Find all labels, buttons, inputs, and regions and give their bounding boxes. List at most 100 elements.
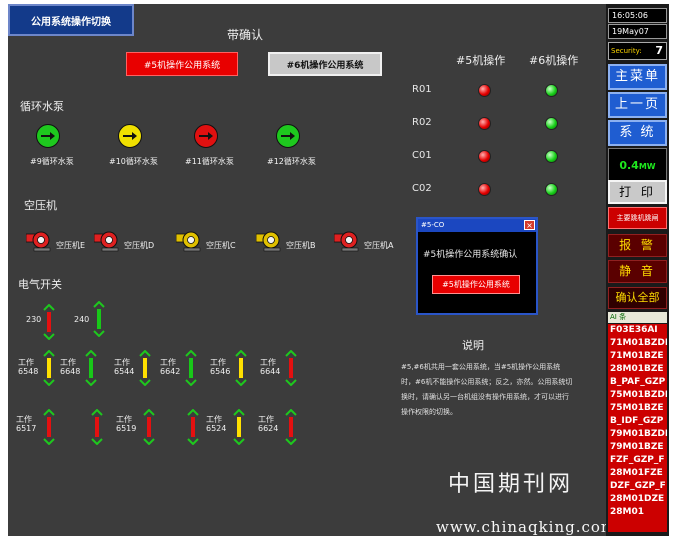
breaker-switch-icon: [91, 408, 103, 446]
compressor-icon[interactable]: [256, 230, 282, 252]
mw-display: 0.4MW: [608, 148, 667, 184]
compressor-icon[interactable]: [26, 230, 52, 252]
security-label: Security:: [611, 47, 642, 55]
breaker-switch[interactable]: [234, 349, 248, 387]
switch-label: 工作: [16, 415, 32, 424]
alarm-list-item[interactable]: 28M01BZE: [608, 363, 667, 376]
breaker-switch-icon: [139, 349, 151, 387]
breaker-switch-icon: [233, 408, 245, 446]
unit6-status-led: [545, 150, 558, 163]
unit6-column-header: #6机操作: [529, 54, 579, 67]
watermark-url: www.chinaqking.com: [436, 518, 617, 536]
breaker-switch[interactable]: [284, 408, 298, 446]
window-title-tab[interactable]: 公用系统操作切换: [8, 4, 134, 36]
breaker-switch[interactable]: [84, 349, 98, 387]
main-menu-button[interactable]: 主菜单: [608, 64, 667, 90]
unit5-status-led: [478, 84, 491, 97]
alarm-list-item[interactable]: 71M01BZE: [608, 350, 667, 363]
breaker-switch[interactable]: [232, 408, 246, 446]
pump-label: #9循环水泵: [30, 157, 74, 166]
alarm-button[interactable]: 报 警: [608, 234, 667, 257]
breaker-switch[interactable]: [186, 408, 200, 446]
switch-label: 工作: [60, 358, 76, 367]
close-icon[interactable]: ×: [524, 220, 535, 230]
breaker-switch[interactable]: [92, 300, 106, 338]
breaker-switch[interactable]: [184, 349, 198, 387]
confirm-heading: 带确认: [227, 28, 264, 42]
alarm-list-item[interactable]: DZF_GZP_F: [608, 480, 667, 493]
alarm-list-item[interactable]: 79M01BZDI: [608, 428, 667, 441]
note-text: #5,#6机共用一套公用系统，当#5机操作公用系统时，#6机不能操作公用系统；反…: [401, 363, 573, 416]
breaker-switch[interactable]: [284, 349, 298, 387]
print-button[interactable]: 打 印: [608, 180, 667, 204]
unit5-status-led: [478, 117, 491, 130]
dialog-confirm-button[interactable]: #5机操作公用系统: [432, 275, 520, 294]
breaker-switch[interactable]: [138, 349, 152, 387]
alarm-list-item[interactable]: 28M01DZE: [608, 493, 667, 506]
dialog-titlebar: #5-CO ×: [418, 219, 536, 232]
mute-button[interactable]: 静 音: [608, 260, 667, 283]
switch-label: 6548: [18, 367, 39, 376]
alarm-list-item[interactable]: 75M01BZE: [608, 402, 667, 415]
arrow-right-icon: [281, 132, 295, 140]
switch-label: 6648: [60, 367, 81, 376]
breaker-switch-icon: [285, 349, 297, 387]
breaker-switch[interactable]: [90, 408, 104, 446]
switch-label: 工作: [210, 358, 226, 367]
pump-status-icon[interactable]: [194, 124, 218, 148]
alarm-list-item[interactable]: FZF_GZP_F: [608, 454, 667, 467]
switch-label: 工作: [160, 358, 176, 367]
alarm-list-item[interactable]: 79M01BZE: [608, 441, 667, 454]
confirm-dialog: #5-CO × #5机操作公用系统确认 #5机操作公用系统: [416, 217, 538, 315]
alarm-list-item[interactable]: 28M01FZE: [608, 467, 667, 480]
pump-label: #10循环水泵: [109, 157, 158, 166]
unit5-operate-button[interactable]: #5机操作公用系统: [126, 52, 238, 76]
alarm-list-item[interactable]: 75M01BZDI: [608, 389, 667, 402]
screen: 公用系统操作切换 带确认 #5机操作公用系统 #6机操作公用系统 循环水泵 空压…: [0, 0, 674, 542]
pump-status-icon[interactable]: [276, 124, 300, 148]
unit5-status-led: [478, 150, 491, 163]
main-panel: 公用系统操作切换 带确认 #5机操作公用系统 #6机操作公用系统 循环水泵 空压…: [8, 4, 606, 536]
breaker-switch-icon: [85, 349, 97, 387]
compressor-label: 空压机C: [206, 241, 236, 250]
breaker-switch-icon: [185, 349, 197, 387]
breaker-switch-icon: [235, 349, 247, 387]
alarm-list-item[interactable]: F03E36AI: [608, 324, 667, 337]
trip-alarm-button[interactable]: 主要跳机跳闸: [608, 207, 667, 229]
prev-page-button[interactable]: 上一页: [608, 92, 667, 118]
pump-status-icon[interactable]: [36, 124, 60, 148]
arrow-right-icon: [41, 132, 55, 140]
system-button[interactable]: 系 统: [608, 120, 667, 146]
arrow-right-icon: [199, 132, 213, 140]
dialog-title: #5-CO: [421, 221, 445, 229]
compressor-icon[interactable]: [94, 230, 120, 252]
switch-label: 6644: [260, 367, 281, 376]
switch-label: 工作: [258, 415, 274, 424]
alarm-list-item[interactable]: B_PAF_GZP: [608, 376, 667, 389]
compressor-icon[interactable]: [176, 230, 202, 252]
breaker-switch-icon: [43, 349, 55, 387]
alarm-list-item[interactable]: 71M01BZDI: [608, 337, 667, 350]
pump-status-icon[interactable]: [118, 124, 142, 148]
breaker-switch[interactable]: [142, 408, 156, 446]
alarm-list-item[interactable]: 28M01: [608, 506, 667, 519]
pump-label: #12循环水泵: [267, 157, 316, 166]
breaker-switch[interactable]: [42, 303, 56, 341]
compressor-label: 空压机E: [56, 241, 86, 250]
switch-label: 6546: [210, 367, 231, 376]
switch-label: 6544: [114, 367, 135, 376]
switch-label: 6642: [160, 367, 181, 376]
watermark-cn: 中国期刊网: [448, 472, 574, 497]
breaker-switch[interactable]: [42, 408, 56, 446]
electric-heading: 电气开关: [18, 278, 62, 291]
breaker-switch[interactable]: [42, 349, 56, 387]
alarm-list-item[interactable]: B_IDF_GZP: [608, 415, 667, 428]
pump-label: #11循环水泵: [185, 157, 234, 166]
clock-date: 19May07: [608, 24, 667, 39]
confirm-all-button[interactable]: 确认全部: [608, 287, 667, 309]
compressor-icon[interactable]: [334, 230, 360, 252]
switch-label: 工作: [18, 358, 34, 367]
unit6-operate-button[interactable]: #6机操作公用系统: [268, 52, 382, 76]
alarm-list[interactable]: F03E36AI 71M01BZDI 71M01BZE 28M01BZE B_PAF_G…: [608, 324, 667, 532]
clock-time: 16:05:06: [608, 8, 667, 23]
